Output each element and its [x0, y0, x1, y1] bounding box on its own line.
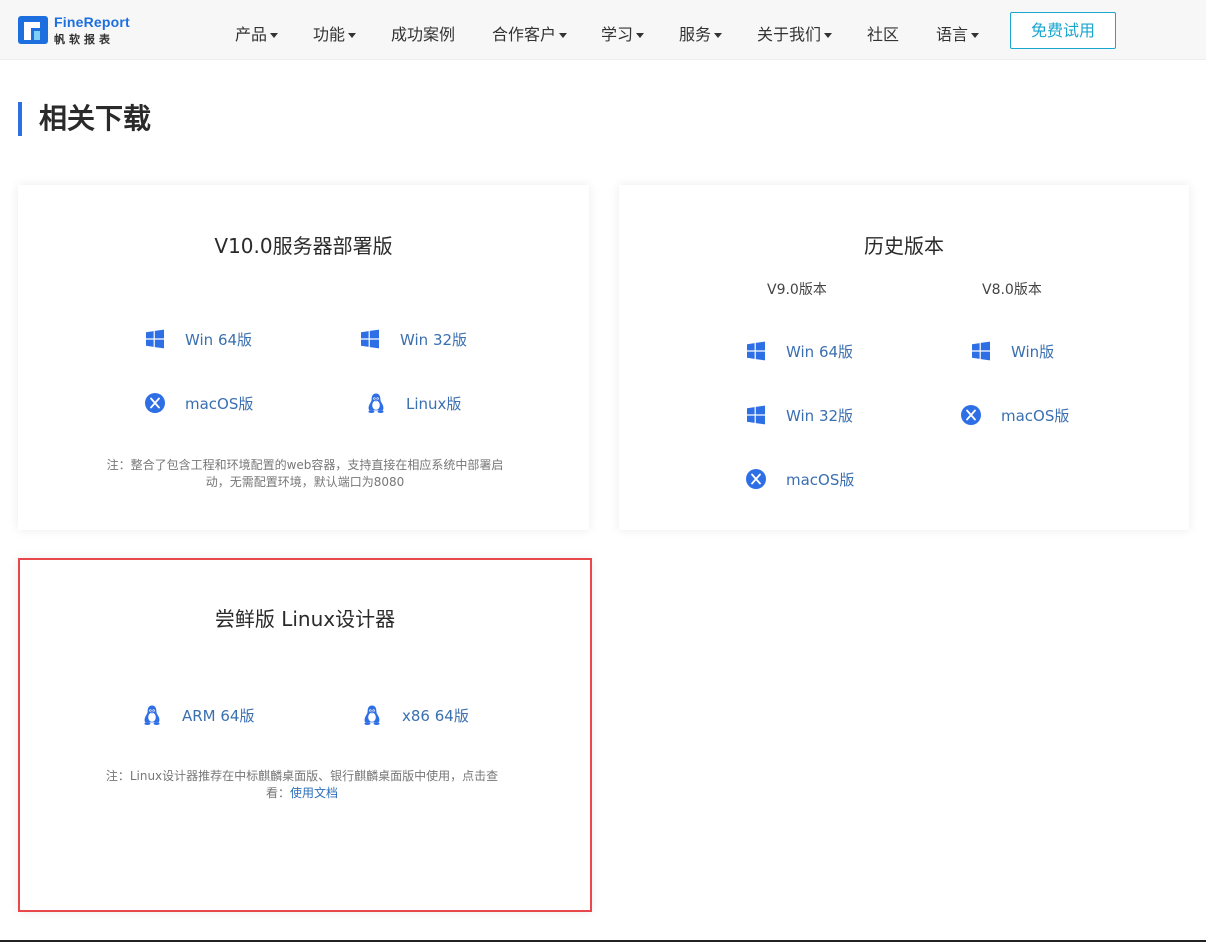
server-card-title: V10.0服务器部署版: [214, 234, 393, 258]
usage-docs-link[interactable]: 使用文档: [290, 786, 338, 800]
nav-label: 关于我们: [757, 25, 822, 44]
link-label: macOS版: [786, 470, 855, 489]
windows-icon: [970, 340, 992, 362]
server-card-note: 注：整合了包含工程和环境配置的web容器，支持直接在相应系统中部署启动，无需配置…: [106, 458, 504, 489]
page-title: 相关下载: [18, 102, 151, 136]
nav-item-products[interactable]: 产品: [235, 21, 279, 45]
caret-down-icon: [348, 33, 357, 38]
link-label: x86 64版: [402, 706, 469, 725]
v8-heading: V8.0版本: [982, 282, 1042, 298]
nav-item-language[interactable]: 语言: [936, 21, 980, 45]
nav-label: 学习: [601, 25, 634, 44]
server-download-card: V10.0服务器部署版 Win 64版 Win 32版 macOS版 Linux…: [18, 185, 589, 530]
nav-item-community[interactable]: 社区: [867, 21, 899, 45]
link-label: Win 32版: [400, 330, 468, 349]
nav-item-cases[interactable]: 成功案例: [391, 21, 455, 45]
link-label: Win 64版: [786, 342, 854, 361]
linux-x86-64-link[interactable]: x86 64版: [361, 702, 469, 728]
linux-arm64-link[interactable]: ARM 64版: [141, 702, 254, 728]
v9-win64-link[interactable]: Win 64版: [745, 338, 853, 364]
server-win64-link[interactable]: Win 64版: [144, 326, 252, 352]
free-trial-button[interactable]: 免费试用: [1010, 12, 1116, 49]
caret-down-icon: [270, 33, 279, 38]
caret-down-icon: [971, 33, 980, 38]
nav-item-customers[interactable]: 合作客户: [492, 21, 568, 45]
windows-icon: [745, 404, 767, 426]
macos-icon: [960, 404, 982, 426]
windows-icon: [359, 328, 381, 350]
caret-down-icon: [559, 33, 568, 38]
history-card-title: 历史版本: [864, 234, 944, 258]
nav-label: 成功案例: [391, 25, 456, 44]
link-label: Win 64版: [185, 330, 253, 349]
nav-item-learn[interactable]: 学习: [601, 21, 645, 45]
link-label: macOS版: [1001, 406, 1070, 425]
top-header: FineReport 帆软报表 产品 功能 成功案例 合作客户 学习 服务 关于…: [0, 0, 1206, 60]
caret-down-icon: [714, 33, 723, 38]
linux-icon: [361, 704, 383, 726]
nav-item-features[interactable]: 功能: [313, 21, 357, 45]
link-label: ARM 64版: [182, 706, 255, 725]
macos-icon: [144, 392, 166, 414]
linux-card-title: 尝鲜版 Linux设计器: [214, 607, 396, 631]
link-label: macOS版: [185, 394, 254, 413]
nav-label: 语言: [936, 25, 969, 44]
linux-icon: [365, 392, 387, 414]
link-label: Win 32版: [786, 406, 854, 425]
caret-down-icon: [824, 33, 833, 38]
windows-icon: [745, 340, 767, 362]
server-linux-link[interactable]: Linux版: [365, 390, 461, 416]
v8-macos-link[interactable]: macOS版: [960, 402, 1069, 428]
linux-card-note: 注：Linux设计器推荐在中标麒麟桌面版、银行麒麟桌面版中使用，点击查看：使用文…: [102, 768, 502, 802]
v9-heading: V9.0版本: [767, 282, 827, 298]
caret-down-icon: [636, 33, 645, 38]
nav-label: 服务: [679, 25, 712, 44]
history-download-card: 历史版本 V9.0版本 V8.0版本 Win 64版 Win 32版 macOS…: [619, 185, 1189, 530]
v9-win32-link[interactable]: Win 32版: [745, 402, 853, 428]
server-macos-link[interactable]: macOS版: [144, 390, 253, 416]
server-win32-link[interactable]: Win 32版: [359, 326, 467, 352]
nav-label: 产品: [235, 25, 268, 44]
windows-icon: [144, 328, 166, 350]
linux-designer-card: 尝鲜版 Linux设计器 ARM 64版 x86 64版 注：Linux设计器推…: [18, 558, 592, 912]
link-label: Win版: [1011, 342, 1055, 361]
linux-icon: [141, 704, 163, 726]
link-label: Linux版: [406, 394, 462, 413]
v8-win-link[interactable]: Win版: [970, 338, 1054, 364]
nav-item-about[interactable]: 关于我们: [757, 21, 833, 45]
v9-macos-link[interactable]: macOS版: [745, 466, 854, 492]
nav-item-service[interactable]: 服务: [679, 21, 723, 45]
macos-icon: [745, 468, 767, 490]
nav-label: 社区: [867, 25, 900, 44]
nav-label: 合作客户: [492, 25, 557, 44]
nav-label: 功能: [313, 25, 346, 44]
